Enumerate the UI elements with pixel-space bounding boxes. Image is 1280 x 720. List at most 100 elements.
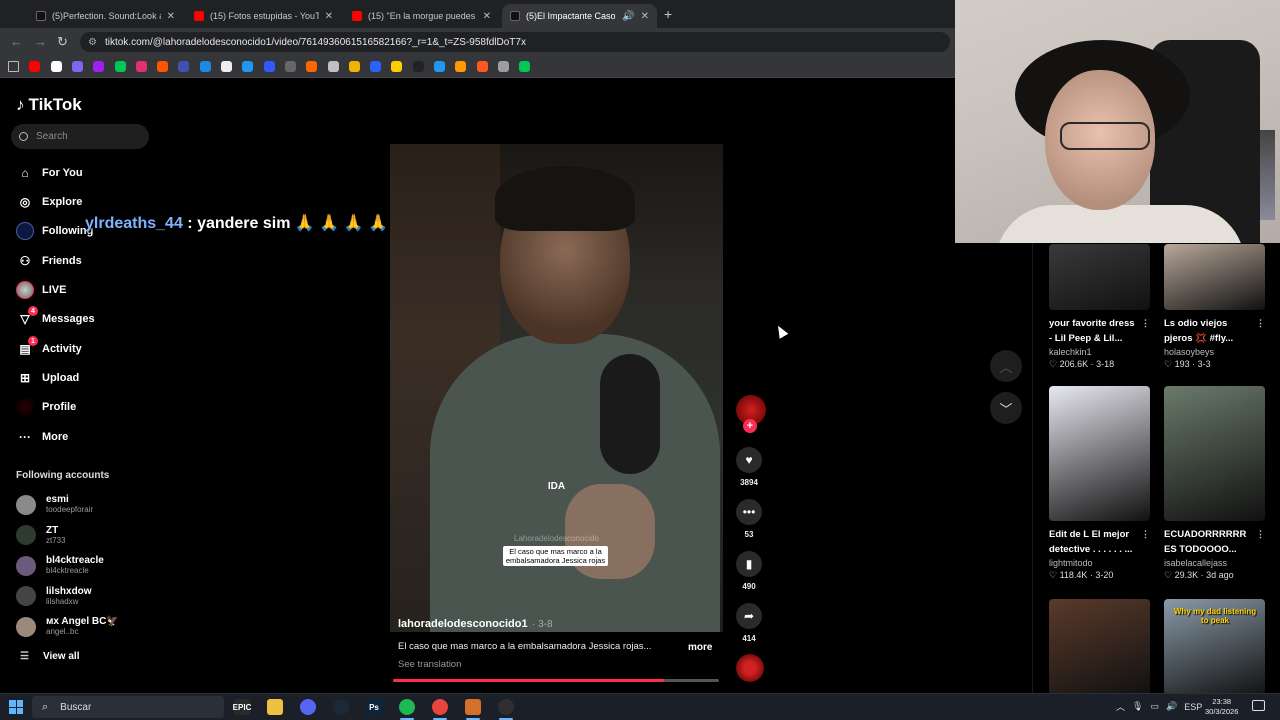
bookmark-icon[interactable] [263, 61, 275, 72]
following-account-item[interactable]: ᴍx Angel BC🦅 angel..bc [16, 616, 119, 637]
next-video-button[interactable]: ﹀ [990, 392, 1022, 424]
sidebar-item-more[interactable]: ··· More [16, 427, 68, 447]
bookmark-icon[interactable] [348, 61, 360, 72]
microphone-icon[interactable]: 🎙 [1132, 701, 1143, 712]
reload-button[interactable]: ↻ [57, 34, 68, 50]
video-thumbnail[interactable] [1049, 599, 1150, 695]
recommended-video-card[interactable] [1049, 599, 1150, 695]
forward-button[interactable]: → [34, 34, 47, 49]
bookmark-icon[interactable] [497, 61, 509, 72]
bookmark-icon[interactable] [391, 61, 403, 72]
previous-video-button[interactable]: ︿ [990, 350, 1022, 382]
browser-tab-active[interactable]: (5)El Impactante Caso de Je 🔊 ✕ [502, 4, 657, 28]
steam-app[interactable] [333, 699, 349, 715]
video-author[interactable]: isabelacallejass [1164, 558, 1265, 568]
close-tab-icon[interactable]: ✕ [483, 11, 491, 22]
video-author[interactable]: kalechkin1 [1049, 347, 1150, 357]
sidebar-item-live[interactable]: LIVE [16, 280, 66, 300]
video-author-name[interactable]: lahoradelodesconocido1 [398, 618, 528, 630]
spotify-app[interactable] [399, 699, 415, 715]
bookmark-icon[interactable] [455, 61, 467, 72]
sidebar-item-messages[interactable]: ▽ 4 Messages [16, 306, 95, 329]
video-thumbnail[interactable] [1049, 386, 1150, 521]
bookmark-icon[interactable] [242, 61, 254, 72]
more-options-icon[interactable]: ⋮ [1256, 527, 1265, 542]
close-tab-icon[interactable]: ✕ [167, 11, 175, 22]
video-progress-bar[interactable] [393, 679, 719, 682]
sidebar-item-following[interactable]: Following [16, 221, 93, 241]
taskbar-clock[interactable]: 23:38 30/3/2026 [1205, 697, 1238, 717]
chrome-app[interactable] [432, 699, 448, 715]
back-button[interactable]: ← [10, 34, 23, 49]
browser-tab[interactable]: (15) Fotos estupidas - YouTube ✕ [186, 4, 341, 28]
bookmark-icon[interactable] [221, 61, 232, 72]
volume-icon[interactable]: 🔊 [1166, 701, 1177, 712]
video-author[interactable]: lightmitodo [1049, 558, 1150, 568]
app-shield[interactable] [465, 699, 481, 715]
bookmark-icon[interactable] [327, 61, 339, 72]
video-thumbnail[interactable] [1164, 386, 1265, 521]
following-account-item[interactable]: lilshxdow lilshadxw [16, 586, 92, 607]
bookmark-icon[interactable] [29, 61, 41, 72]
sidebar-item-activity[interactable]: ▤ 1 Activity [16, 336, 82, 359]
bookmark-icon[interactable] [135, 61, 147, 72]
follow-plus-button[interactable]: + [743, 419, 757, 433]
taskbar-search-input[interactable]: ⌕ Buscar [32, 696, 224, 718]
sidebar-item-for-you[interactable]: ⌂ For You [16, 163, 82, 183]
recommended-video-card[interactable]: Why my dad listening to peak [1164, 599, 1265, 695]
bookmark-icon[interactable] [199, 61, 211, 72]
new-tab-button[interactable]: + [664, 6, 672, 22]
bookmark-icon[interactable] [519, 61, 531, 72]
close-tab-icon[interactable]: ✕ [325, 11, 333, 22]
epic-games-app[interactable]: EPIC [233, 699, 251, 715]
network-icon[interactable]: ▭ [1150, 701, 1159, 712]
sidebar-item-upload[interactable]: ⊞ Upload [16, 368, 79, 388]
share-button[interactable]: ➦ [736, 603, 762, 629]
bookmark-icon[interactable] [114, 61, 126, 72]
video-author[interactable]: holasoybeys [1164, 347, 1265, 357]
following-account-item[interactable]: ZT zt733 [16, 525, 66, 546]
windows-start-button[interactable] [9, 700, 23, 714]
notification-icon[interactable] [1252, 700, 1265, 711]
sound-disc-icon[interactable] [736, 654, 764, 682]
video-thumbnail[interactable] [1164, 244, 1265, 310]
more-options-icon[interactable]: ⋮ [1256, 316, 1265, 331]
sidebar-item-friends[interactable]: ⚇ Friends [16, 251, 82, 271]
recommended-video-card[interactable]: ECUADORRRRRR ES TODOOOO... ⋮ isabelacallej… [1164, 386, 1265, 581]
bookmark-icon[interactable] [434, 61, 445, 72]
recommended-video-card[interactable]: Edit de L El mejor detective . . . . . .… [1049, 386, 1150, 581]
browser-tab[interactable]: (15) "En la morgue puedes ver ✕ [344, 4, 499, 28]
close-tab-icon[interactable]: ✕ [641, 11, 649, 22]
tiktok-logo[interactable]: ♪ TikTok [16, 95, 82, 115]
following-account-item[interactable]: bl4cktreacle bl4cktreacle [16, 555, 104, 576]
sidebar-item-profile[interactable]: Profile [16, 397, 76, 417]
bookmark-icon[interactable] [93, 61, 105, 72]
site-info-icon[interactable]: ⚙ [88, 37, 97, 48]
following-account-item[interactable]: esmi toodeepforair [16, 494, 93, 515]
bookmark-button[interactable]: ▮ [736, 551, 762, 577]
browser-tab[interactable]: (5)Perfection. Sound:Look at Me ✕ [28, 4, 183, 28]
bookmark-icon[interactable] [178, 61, 190, 72]
discord-app[interactable] [300, 699, 316, 715]
bookmark-icon[interactable] [412, 61, 424, 72]
more-options-icon[interactable]: ⋮ [1141, 527, 1150, 542]
more-options-icon[interactable]: ⋮ [1141, 316, 1150, 331]
photoshop-app[interactable]: Ps [366, 699, 382, 715]
view-all-button[interactable]: ☰ View all [20, 651, 79, 662]
bookmark-icon[interactable] [157, 61, 169, 72]
file-explorer-app[interactable] [267, 699, 283, 715]
sidebar-item-explore[interactable]: ◎ Explore [16, 192, 83, 212]
bookmark-icon[interactable] [71, 61, 83, 72]
language-indicator[interactable]: ESP [1184, 702, 1202, 712]
video-thumbnail[interactable] [1049, 244, 1150, 310]
video-player[interactable]: IDA Lahoradelodesconocido El caso que ma… [390, 144, 723, 632]
recommended-video-card[interactable]: your favorite dress - Lil Peep & Lil... ⋮… [1049, 244, 1150, 370]
address-bar[interactable]: ⚙ tiktok.com/@lahoradelodesconocido1/vid… [80, 32, 950, 52]
speaker-icon[interactable]: 🔊 [622, 11, 634, 22]
obs-app[interactable] [498, 699, 514, 715]
bookmark-icon[interactable] [306, 61, 318, 72]
bookmark-icon[interactable] [50, 61, 62, 72]
bookmark-icon[interactable] [284, 61, 296, 72]
apps-grid-icon[interactable] [8, 61, 19, 72]
bookmark-icon[interactable] [370, 61, 382, 72]
